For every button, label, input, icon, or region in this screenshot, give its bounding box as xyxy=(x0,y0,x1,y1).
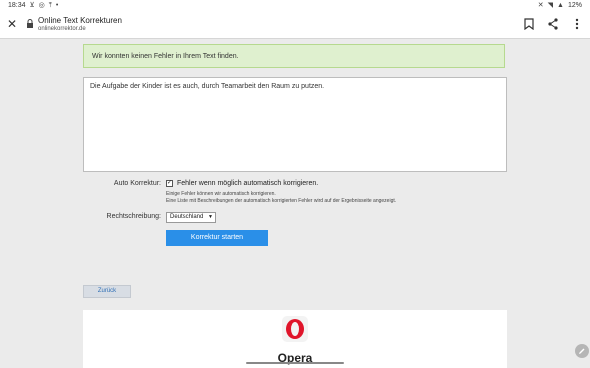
close-icon[interactable]: ✕ xyxy=(5,17,19,31)
dot-icon: • xyxy=(55,2,59,9)
more-vert-icon[interactable] xyxy=(570,17,584,31)
page-title: Online Text Korrekturen xyxy=(38,16,122,25)
ad-banner[interactable]: Opera xyxy=(83,310,507,368)
page-url: onlinekorrektor.de xyxy=(38,26,86,32)
whatsapp-icon: ◎ xyxy=(38,2,45,9)
opera-logo-icon xyxy=(282,316,308,342)
pencil-icon[interactable] xyxy=(575,344,589,358)
battery-level: 12% xyxy=(567,2,582,9)
auto-korrektur-checkbox[interactable]: ✓ xyxy=(166,180,173,187)
auto-korrektur-hint-1: Einige Fehler können wir automatisch kor… xyxy=(166,191,276,197)
back-button[interactable]: Zurück xyxy=(83,285,131,298)
mute-icon: ✕ xyxy=(537,2,544,9)
status-bar: 18:34 ⊻ ◎ ⤒ • ✕ ◥ ▲ 12% xyxy=(0,0,590,12)
chevron-down-icon: ▼ xyxy=(208,214,213,220)
success-message: Wir konnten keinen Fehler in Ihrem Text … xyxy=(83,44,505,68)
rechtschreibung-value: Deutschland xyxy=(170,214,204,220)
gesture-home-bar[interactable] xyxy=(246,362,344,364)
auto-korrektur-label: Auto Korrektur: xyxy=(113,180,161,187)
start-correction-button[interactable]: Korrektur starten xyxy=(166,230,268,246)
auto-korrektur-hint-2: Eine Liste mit Beschreibungen der automa… xyxy=(166,198,397,204)
share-icon[interactable] xyxy=(546,17,560,31)
notification-icon: ⊻ xyxy=(29,2,35,9)
status-time: 18:34 xyxy=(8,2,26,9)
text-input-area[interactable]: Die Aufgabe der Kinder ist es auch, durc… xyxy=(83,77,507,172)
wifi-icon: ◥ xyxy=(547,2,554,9)
rechtschreibung-label: Rechtschreibung: xyxy=(106,213,161,220)
upload-icon: ⤒ xyxy=(48,2,52,9)
page-title-box: Online Text Korrekturen onlinekorrektor.… xyxy=(38,16,122,33)
signal-icon: ▲ xyxy=(557,2,564,9)
bookmark-icon[interactable] xyxy=(522,17,536,31)
browser-toolbar: ✕ Online Text Korrekturen onlinekorrekto… xyxy=(0,12,590,39)
lock-icon xyxy=(27,19,33,28)
auto-korrektur-checkbox-label[interactable]: Fehler wenn möglich automatisch korrigie… xyxy=(177,180,318,187)
rechtschreibung-select[interactable]: Deutschland ▼ xyxy=(166,212,216,223)
